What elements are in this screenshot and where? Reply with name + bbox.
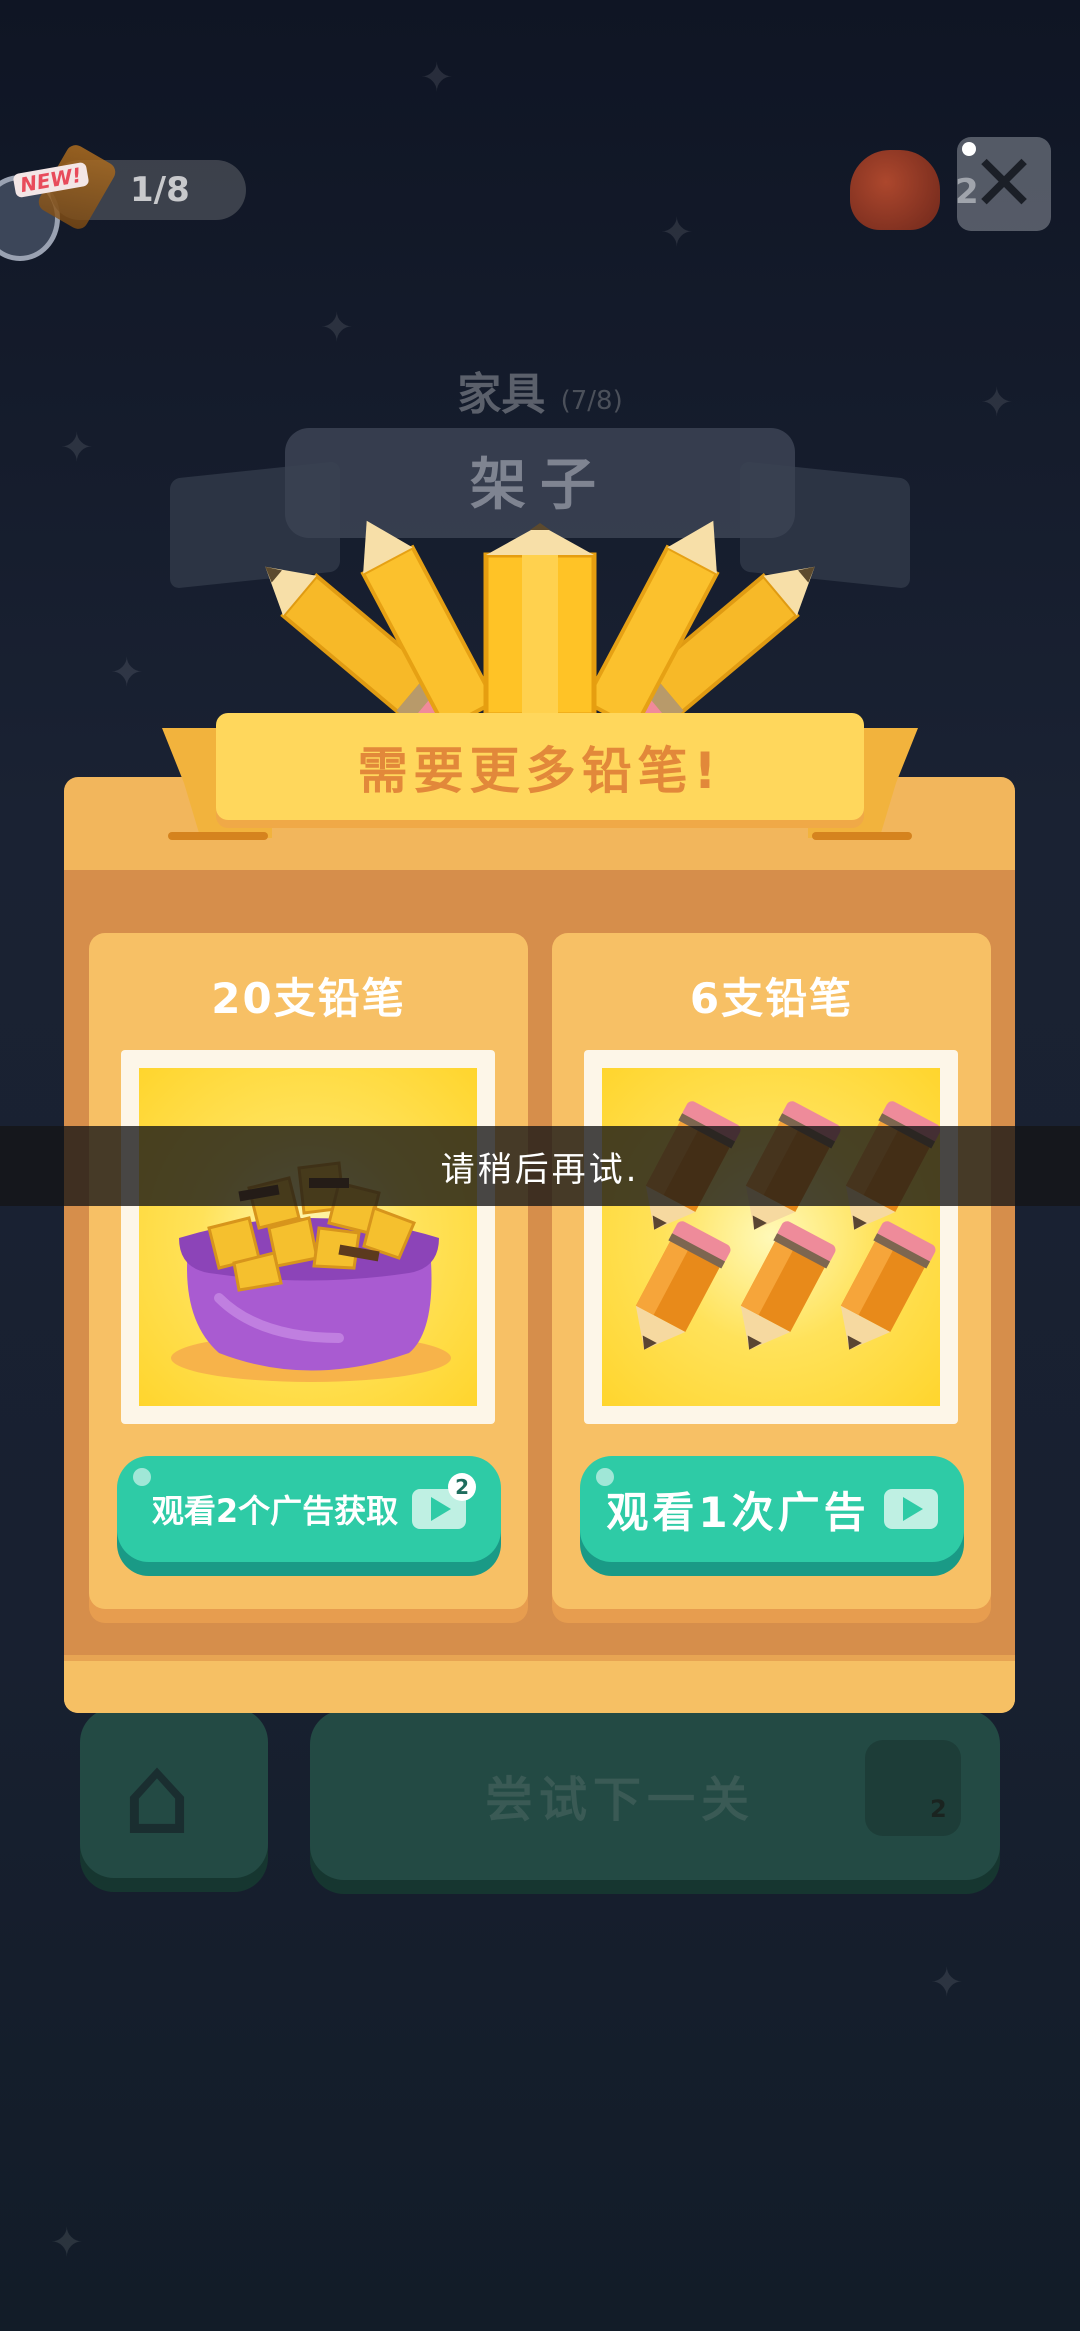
toast-text: 请稍后再试. — [440, 1149, 640, 1190]
watch-1-ad-button[interactable]: 观看1次广告 — [580, 1456, 964, 1562]
video-ad-icon — [883, 1489, 938, 1529]
button-shine — [596, 1468, 614, 1486]
collection-progress: 1/8 — [130, 170, 190, 210]
toast-message: 请稍后再试. — [0, 1126, 1080, 1206]
watch-2-ads-button[interactable]: 观看2个广告获取 2 — [117, 1456, 501, 1562]
video-ad-icon: 2 — [412, 1473, 477, 1529]
banner-tail-shadow — [812, 832, 912, 840]
panel-divider — [64, 1655, 1015, 1661]
watch-1-ad-label: 观看1次广告 — [606, 1487, 870, 1537]
close-button-indicator — [962, 142, 976, 156]
title-banner: 需要更多铅笔! — [216, 713, 864, 820]
pencil-bag-icon — [171, 1161, 451, 1382]
watch-2-ads-label: 观看2个广告获取 — [151, 1492, 399, 1530]
category-progress: (7/8) — [560, 386, 623, 416]
target-word: 架子 — [470, 453, 610, 518]
coin-can-icon — [850, 150, 940, 230]
banner-tail-shadow — [168, 832, 268, 840]
panel-bottom-ledge — [64, 1655, 1015, 1713]
close-icon: ✕ — [971, 139, 1037, 229]
sparkle-icon: ✦ — [110, 650, 144, 696]
category-name: 家具 — [457, 369, 546, 420]
offer-title: 6支铅笔 — [689, 974, 854, 1023]
modal-title: 需要更多铅笔! — [357, 741, 723, 800]
six-pencils-icon — [617, 1099, 940, 1364]
offer-title: 20支铅笔 — [211, 974, 406, 1023]
pencil-icon — [360, 520, 498, 731]
button-shine — [133, 1468, 151, 1486]
ad-count-badge: 2 — [448, 1473, 477, 1501]
sparkle-icon: ✦ — [420, 55, 454, 101]
category-label: 家具 (7/8) — [0, 358, 1080, 422]
sparkle-icon: ✦ — [930, 1960, 964, 2006]
pencil-cost: 2 — [930, 1795, 947, 1823]
pencil-icon — [483, 523, 597, 718]
try-next-level-label: 尝试下一关 — [484, 1772, 755, 1828]
sparkle-icon: ✦ — [660, 210, 694, 256]
sparkle-icon: ✦ — [50, 2220, 84, 2266]
pencil-icon — [582, 520, 720, 731]
sparkle-icon: ✦ — [320, 305, 354, 351]
home-icon: ⌂ — [122, 1731, 192, 1859]
